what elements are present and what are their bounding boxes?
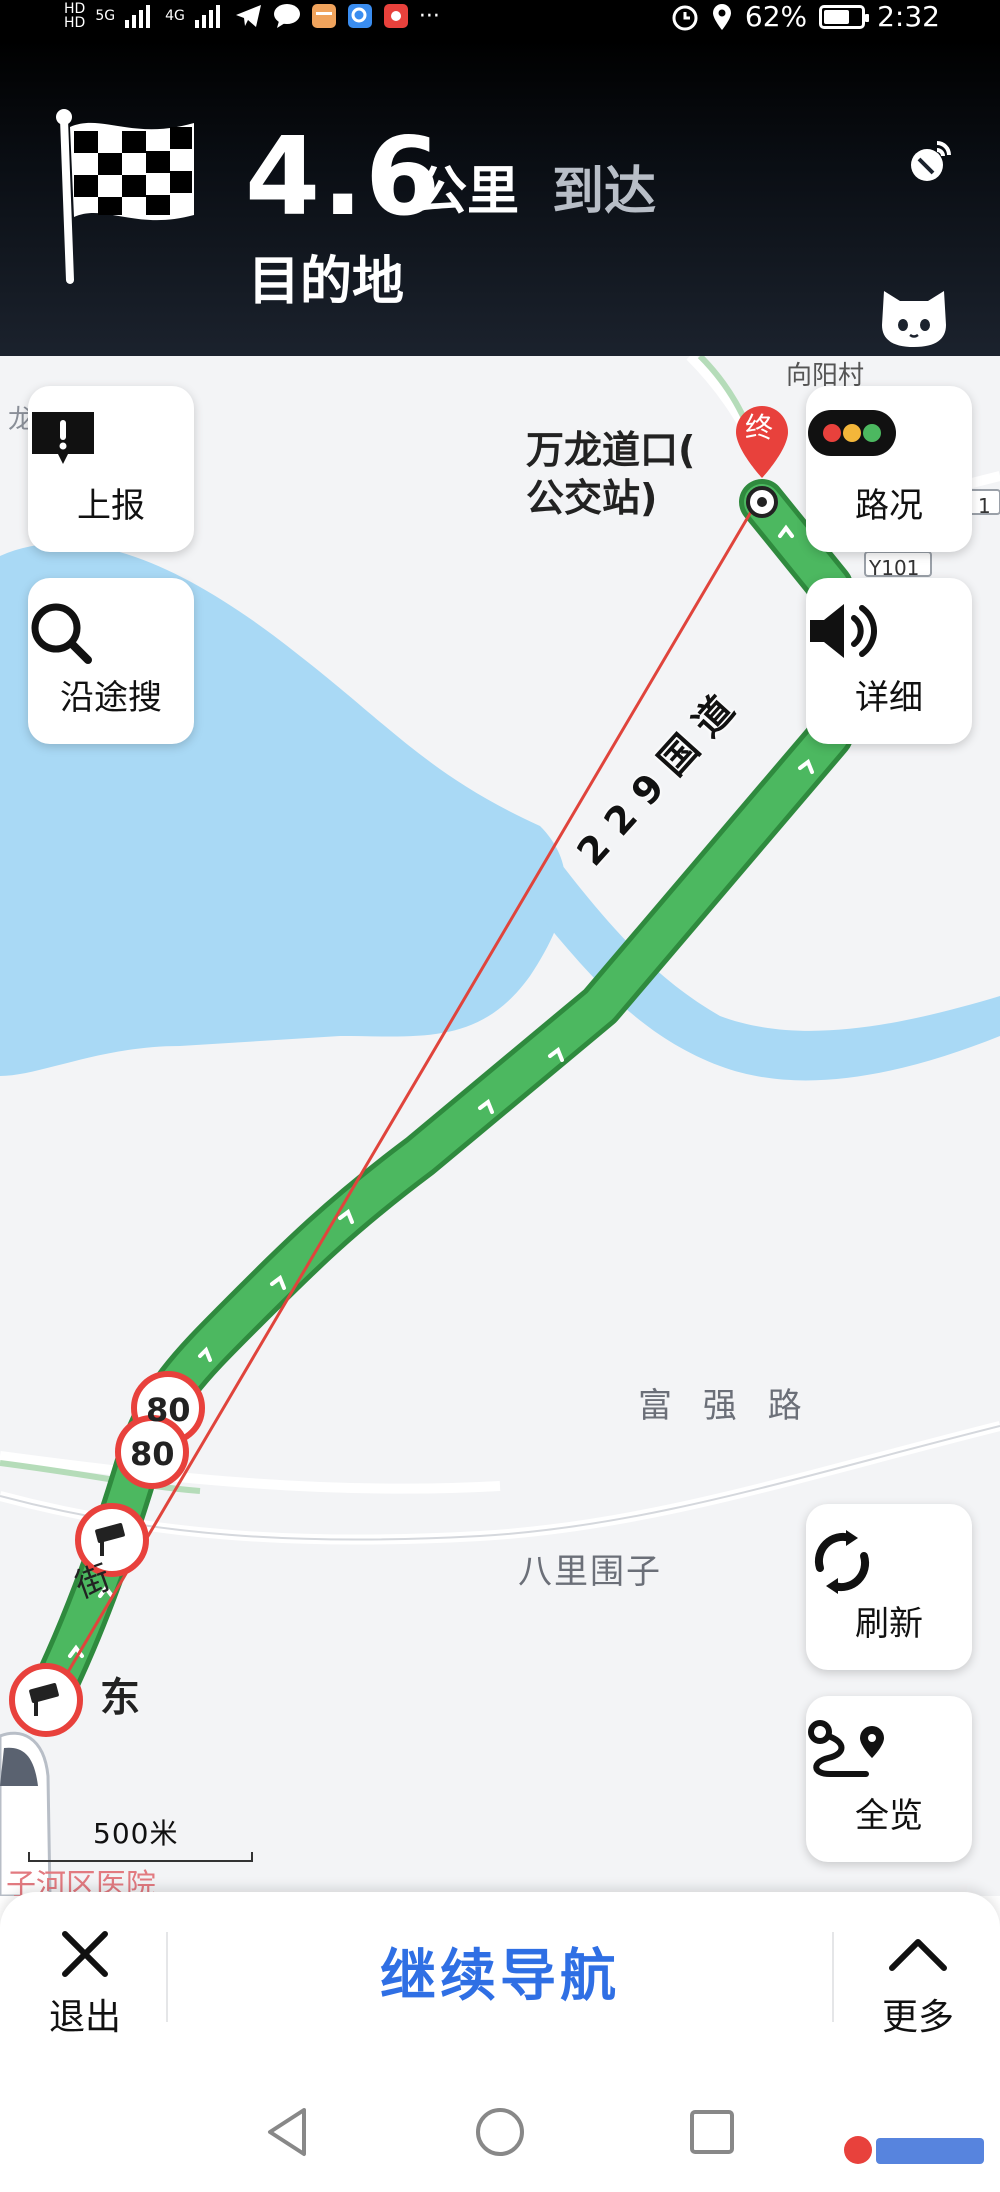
more-button[interactable]: 更多 [860, 1914, 976, 2054]
exit-label: 退出 [48, 1997, 121, 2038]
network-5g-label: 5G [95, 8, 116, 24]
continue-navigation-button[interactable]: 继续导航 [170, 1932, 830, 2022]
refresh-button[interactable]: 刷新 [806, 1504, 972, 1670]
app-icon [311, 4, 336, 28]
navigation-bottom-bar: 退出 继续导航 更多 [0, 1892, 1000, 2072]
arrive-label: 到达 [552, 162, 657, 222]
checkered-flag-icon [56, 109, 194, 284]
location-icon [712, 3, 731, 30]
signal-icon-2 [194, 5, 220, 28]
remaining-distance: 4.6 [245, 115, 443, 240]
details-button[interactable]: 详细 [806, 578, 972, 744]
river [540, 836, 1000, 1081]
status-right-icons: 62% 2:32 [671, 0, 940, 33]
along-route-search-button[interactable]: 沿途搜 [28, 578, 194, 744]
nav-guidance-header: 4.6 公里 到达 目的地 [0, 40, 1000, 356]
divider-right [832, 1932, 834, 2022]
chevron-up-icon [889, 1939, 947, 1971]
back-icon[interactable] [258, 2102, 318, 2162]
destination-label: 目的地 [248, 252, 405, 312]
road-label-fuqiang: 富 强 路 [638, 1386, 812, 1426]
traffic-button[interactable]: 路况 [806, 386, 972, 552]
search-app-icon [347, 4, 372, 28]
report-button[interactable]: 上报 [28, 386, 194, 552]
search-icon-wrap [28, 600, 194, 670]
direction-east-label: 东 [100, 1675, 140, 1721]
signal-icon [125, 5, 151, 28]
telegram-icon [235, 5, 261, 27]
close-icon [62, 1931, 108, 1977]
home-icon[interactable] [470, 2102, 530, 2162]
road-badge-1-label: 1 [978, 494, 991, 518]
alarm-icon [672, 5, 698, 30]
destination-marker-label: 终 [745, 411, 774, 444]
area-label-balizhuzi: 八里围子 [518, 1552, 662, 1592]
speaker-icon-wrap [806, 600, 972, 670]
traffic-icon-wrap [806, 408, 972, 478]
status-bar: HD HD 5G 4G ··· 62% 2:32 [0, 0, 1000, 40]
speed-limit-1-label: 80 [146, 1391, 191, 1429]
exit-button[interactable]: 退出 [30, 1914, 140, 2054]
refresh-icon [814, 1530, 870, 1594]
camera-marker-2 [9, 1663, 83, 1737]
distance-unit: 公里 [415, 162, 520, 222]
gps-satellite-icon[interactable] [905, 135, 955, 185]
hd-label-2: HD [64, 15, 86, 31]
map-view[interactable]: 终 万龙道口( 公交站) 向阳村 Y101 1 龙 229国道 富 强 路 八里… [0, 356, 1000, 1896]
overview-button[interactable]: 全览 [806, 1696, 972, 1862]
more-notifications: ··· [418, 3, 440, 29]
overview-icon-wrap [806, 1718, 972, 1788]
overview-label: 全览 [855, 1796, 923, 1836]
report-label: 上报 [77, 486, 145, 526]
route-overview-icon [808, 1720, 884, 1777]
refresh-icon-wrap [806, 1526, 972, 1596]
message-icon [273, 4, 300, 28]
details-label: 详细 [855, 678, 923, 718]
hd-indicator: HD HD [64, 2, 85, 30]
speed-limit-2-label: 80 [130, 1435, 175, 1473]
scale-line [28, 1852, 253, 1862]
divider-left [166, 1932, 168, 2022]
more-label: 更多 [881, 1997, 954, 2038]
battery-percent: 62% [744, 0, 808, 33]
report-icon-wrap [28, 408, 194, 478]
search-icon [31, 603, 92, 664]
recents-icon[interactable] [682, 2102, 742, 2162]
traffic-label: 路况 [855, 486, 923, 526]
destination-stop-name[interactable]: 万龙道口( 公交站) [526, 426, 695, 522]
traffic-light-icon [808, 410, 896, 456]
scale-label: 500米 [93, 1817, 179, 1850]
status-left-icons: HD HD 5G 4G ··· [64, 2, 440, 30]
voice-assistant-icon[interactable] [878, 285, 950, 349]
map-scale-bar: 500米 [28, 1812, 253, 1864]
refresh-label: 刷新 [855, 1604, 923, 1644]
clock: 2:32 [877, 0, 940, 33]
battery-icon [819, 4, 870, 29]
report-alert-icon [32, 412, 94, 464]
along-route-search-label: 沿途搜 [60, 678, 162, 718]
speaker-icon [810, 604, 877, 658]
watermark-logo [844, 2136, 984, 2164]
video-app-icon [383, 4, 408, 28]
system-navigation-bar [0, 2072, 1000, 2192]
hd-label-1: HD [64, 1, 86, 17]
network-4g-label: 4G [165, 8, 185, 24]
